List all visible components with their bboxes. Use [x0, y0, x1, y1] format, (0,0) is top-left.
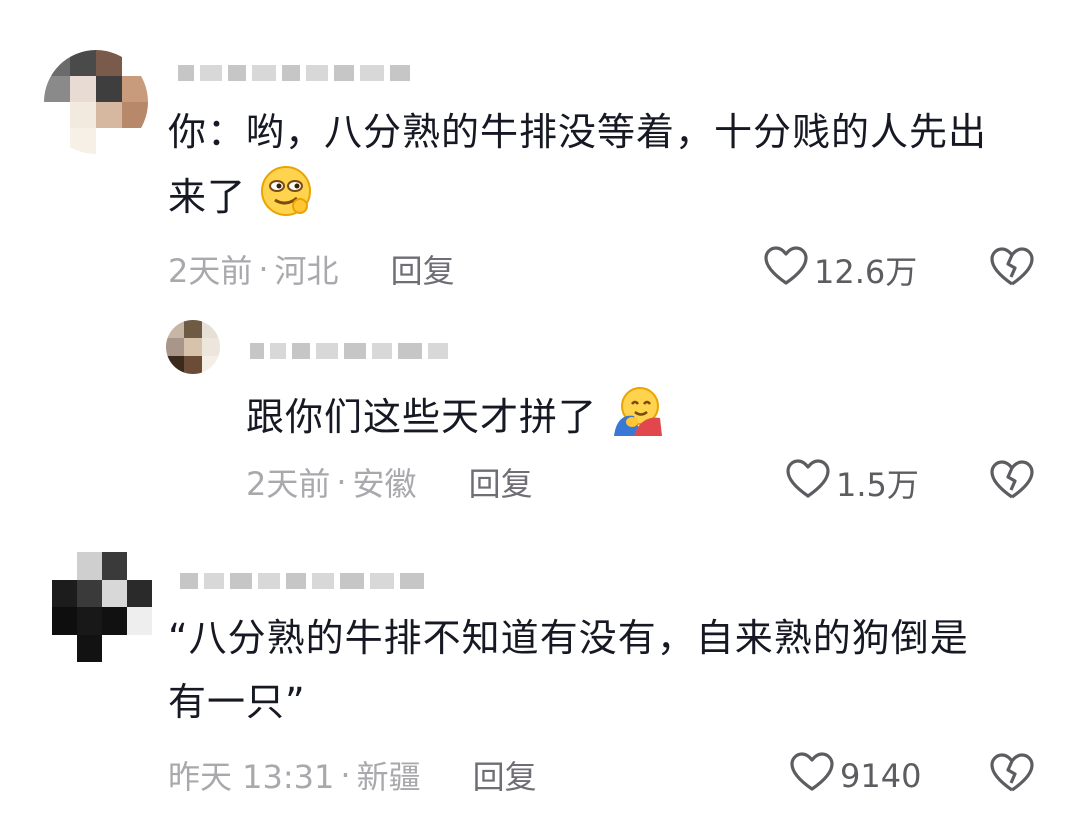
comment-location: 新疆: [356, 758, 421, 796]
reply-like-count: 1.5万: [836, 466, 919, 504]
username-blurred[interactable]: [180, 570, 424, 592]
comment-text-line-1: 你：哟，八分熟的牛排没等着，十分贱的人先出: [168, 110, 988, 154]
reply-text: 跟你们这些天才拼了: [246, 384, 946, 457]
broken-heart-icon: [990, 753, 1034, 797]
dislike-button[interactable]: [990, 247, 1034, 291]
reply-avatar[interactable]: [166, 320, 220, 374]
comment-location: 河北: [274, 252, 339, 290]
meta-separator: ·: [340, 756, 351, 794]
comment-text: “八分熟的牛排不知道有没有，自来熟的狗倒是 有一只”: [168, 606, 1048, 734]
reply-text-line: 跟你们这些天才拼了: [246, 395, 598, 439]
reply-meta: 2天前 · 安徽 回复: [246, 459, 533, 505]
meta-separator: ·: [336, 463, 347, 501]
reply-button[interactable]: 回复: [391, 246, 455, 292]
reply-button[interactable]: 回复: [469, 459, 533, 505]
username-blurred[interactable]: [178, 62, 410, 84]
like-count: 12.6万: [814, 253, 918, 291]
meta-separator: ·: [258, 250, 269, 288]
broken-heart-icon: [990, 247, 1034, 291]
like-button[interactable]: 9140: [790, 752, 921, 800]
reply-location: 安徽: [352, 465, 417, 503]
comment-text-line-2: 来了: [168, 175, 247, 219]
hugging-face-emoji: [610, 384, 664, 457]
heart-icon: [764, 246, 808, 294]
reply-like-button[interactable]: 1.5万: [786, 459, 919, 507]
dislike-button[interactable]: [990, 753, 1034, 797]
reply-dislike-button[interactable]: [990, 460, 1034, 504]
comment-meta: 昨天 13:31 · 新疆 回复: [168, 752, 537, 798]
heart-icon: [790, 752, 834, 800]
comment-text-line-2: 有一只”: [168, 680, 306, 724]
reply-username-blurred[interactable]: [250, 340, 448, 362]
comment-meta: 2天前 · 河北 回复: [168, 246, 455, 292]
reply-time: 2天前: [246, 465, 331, 503]
comment-text-line-1: “八分熟的牛排不知道有没有，自来熟的狗倒是: [168, 616, 969, 660]
like-count: 9140: [840, 757, 922, 795]
comment-time: 昨天 13:31: [168, 758, 335, 796]
heart-icon: [786, 459, 830, 507]
avatar[interactable]: [52, 552, 152, 662]
broken-heart-icon: [990, 460, 1034, 504]
like-button[interactable]: 12.6万: [764, 246, 917, 294]
comment-time: 2天前: [168, 252, 253, 290]
reply-button[interactable]: 回复: [473, 752, 537, 798]
smirk-face-emoji: [259, 164, 313, 237]
comment-text: 你：哟，八分熟的牛排没等着，十分贱的人先出 来了: [168, 100, 1048, 237]
avatar[interactable]: [44, 50, 148, 154]
